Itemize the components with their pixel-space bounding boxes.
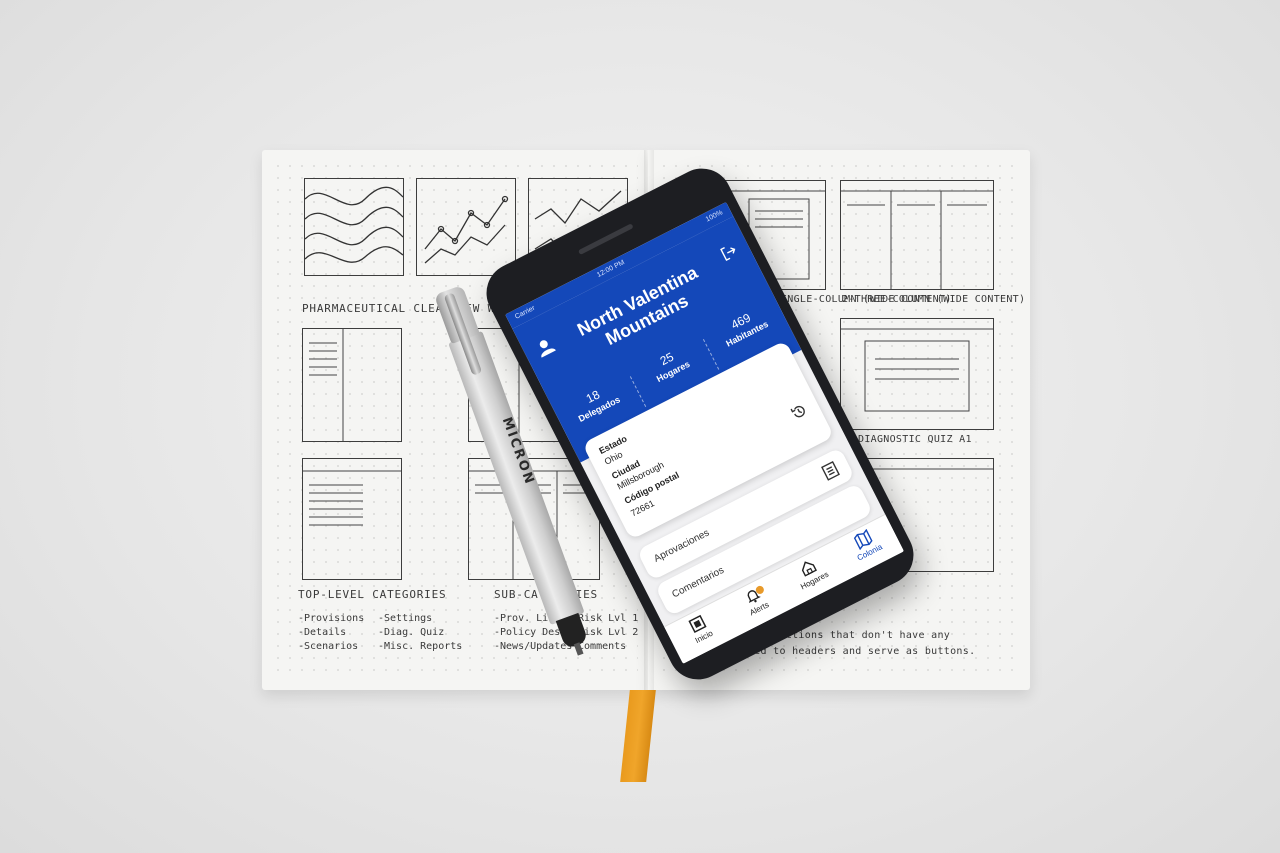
- sketch-wireframe-a: [302, 328, 402, 442]
- top-level-heading: TOP-LEVEL CATEGORIES: [298, 588, 447, 601]
- sketch-line-chart: [416, 178, 516, 276]
- phone-device: Carrier 12:00 PM 100% North Valentina Mo…: [476, 158, 924, 690]
- comentarios-label: Comentarios: [670, 564, 726, 601]
- history-icon[interactable]: [788, 401, 810, 423]
- sketch-wave-chart: [304, 178, 404, 276]
- logout-icon[interactable]: [718, 241, 740, 263]
- top-level-list-1: -Provisions -Details -Scenarios: [298, 613, 365, 652]
- photo-scene: PHARMACEUTICAL CLEARVIEW WIREFRAMES TOP-…: [0, 0, 1280, 853]
- user-icon[interactable]: [533, 335, 557, 359]
- aprovaciones-label: Aprovaciones: [652, 527, 712, 565]
- top-level-list-2: -Settings -Diag. Quiz -Misc. Reports: [378, 613, 463, 652]
- sketch-wireframe-c: [302, 458, 402, 580]
- document-icon: [821, 460, 840, 481]
- bookmark-ribbon: [620, 690, 656, 782]
